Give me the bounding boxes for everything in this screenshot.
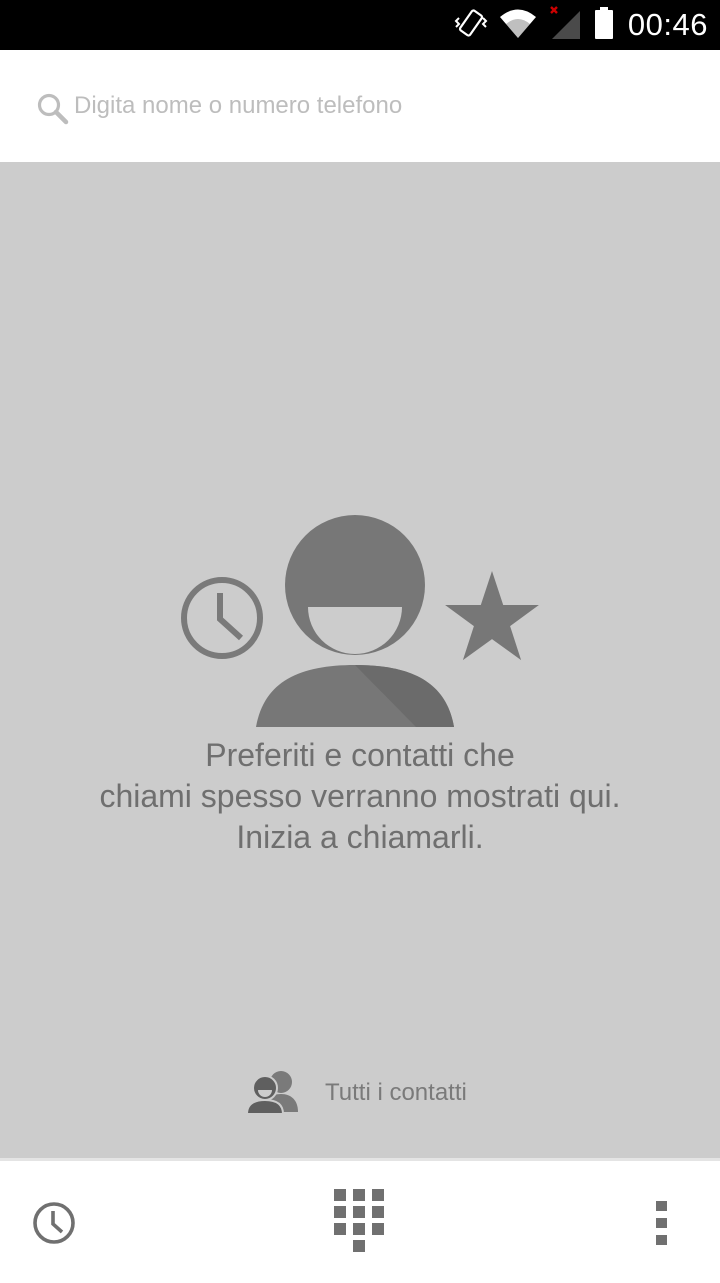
status-time: 00:46 [627, 7, 708, 42]
person-icon [256, 515, 454, 727]
dialpad-button[interactable] [334, 1189, 386, 1260]
clock-icon [181, 577, 263, 659]
overflow-menu-button[interactable] [654, 1201, 670, 1250]
empty-state-line-2: chiami spesso verranno mostrati qui. [99, 778, 621, 814]
wifi-icon [498, 6, 538, 45]
status-bar: 00:46 [0, 0, 720, 50]
empty-state-illustration [180, 515, 540, 732]
all-contacts-button[interactable]: Tutti i contatti [245, 1066, 467, 1120]
all-contacts-label: Tutti i contatti [325, 1079, 467, 1106]
dialpad-icon [334, 1189, 386, 1259]
empty-state-line-3: Inizia a chiamarli. [236, 819, 484, 855]
signal-icon [548, 5, 584, 46]
star-icon [445, 571, 539, 661]
search-input[interactable] [74, 88, 674, 124]
empty-state-line-1: Preferiti e contatti che [205, 737, 515, 773]
call-history-icon [30, 1202, 78, 1251]
overflow-menu-icon [654, 1201, 670, 1249]
empty-state-message: Preferiti e contatti che chiami spesso v… [0, 735, 720, 858]
bottom-nav-bar [0, 1158, 720, 1283]
search-icon [36, 92, 70, 131]
battery-icon [594, 6, 614, 45]
search-bar[interactable] [0, 50, 720, 162]
vibrate-icon [454, 6, 488, 45]
call-history-button[interactable] [30, 1199, 78, 1252]
status-icons: 00:46 [454, 0, 708, 50]
contacts-icon [245, 1068, 301, 1119]
